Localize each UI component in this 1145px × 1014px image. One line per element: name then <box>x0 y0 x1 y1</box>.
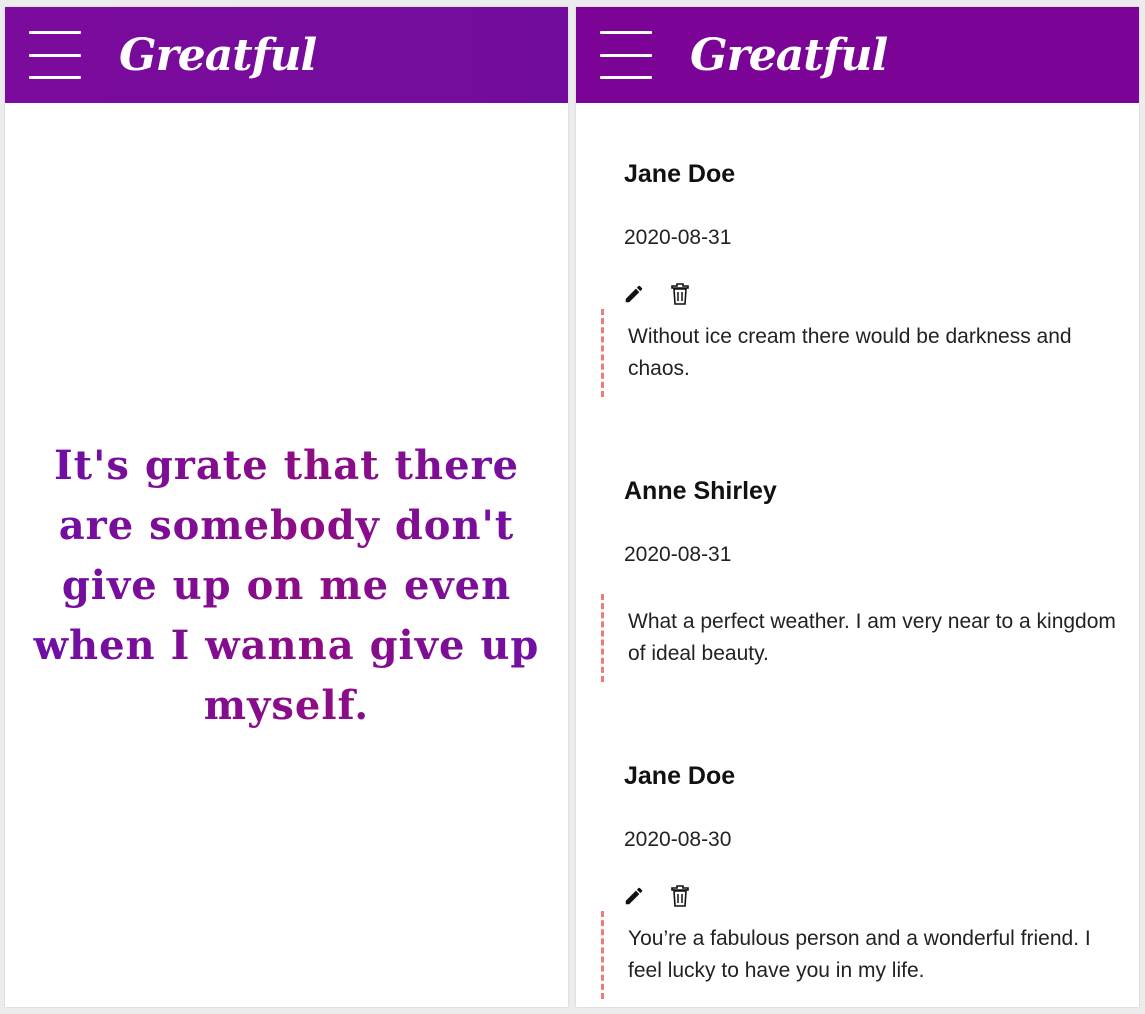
entry-text: What a perfect weather. I am very near t… <box>601 594 1118 682</box>
entry-actions <box>622 282 692 306</box>
trash-icon[interactable] <box>668 282 692 306</box>
entries-panel: Greatful Jane Doe 2020-08-31 Without ice… <box>576 7 1139 1007</box>
menu-icon[interactable] <box>29 31 81 79</box>
entry-author: Anne Shirley <box>624 477 777 505</box>
entry-date: 2020-08-31 <box>624 226 732 249</box>
entry-date: 2020-08-30 <box>624 828 732 851</box>
quote-area: It's grate that there are somebody don't… <box>5 103 568 1007</box>
pencil-icon[interactable] <box>622 884 646 908</box>
app-title: Greatful <box>119 29 317 81</box>
menu-icon[interactable] <box>600 31 652 79</box>
entry-actions <box>622 884 692 908</box>
entry-author: Jane Doe <box>624 762 736 790</box>
app-bar: Greatful <box>5 7 568 103</box>
entry-text: Without ice cream there would be darknes… <box>601 309 1118 397</box>
pencil-icon[interactable] <box>622 282 646 306</box>
app-bar: Greatful <box>576 7 1139 103</box>
quote-text: It's grate that there are somebody don't… <box>14 436 559 736</box>
trash-icon[interactable] <box>668 884 692 908</box>
quote-panel: Greatful It's grate that there are someb… <box>5 7 568 1007</box>
entry-text: You’re a fabulous person and a wonderful… <box>601 911 1118 999</box>
app-title: Greatful <box>690 29 888 81</box>
entry-date: 2020-08-31 <box>624 543 732 566</box>
entry-author: Jane Doe <box>624 160 736 188</box>
